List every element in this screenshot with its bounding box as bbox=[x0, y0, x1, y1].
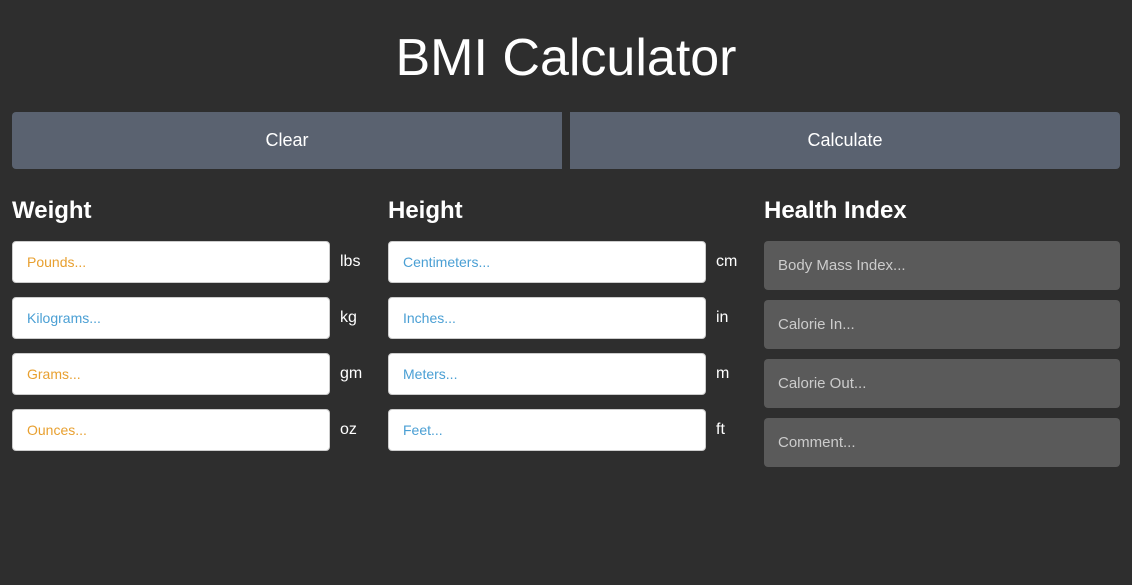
weight-inputs: lbs kg gm oz bbox=[12, 241, 368, 451]
health-field-0[interactable] bbox=[764, 241, 1120, 290]
height-input-3[interactable] bbox=[388, 409, 706, 451]
weight-unit-label-0: lbs bbox=[340, 253, 368, 271]
button-row: Clear Calculate bbox=[0, 112, 1132, 169]
weight-input-0[interactable] bbox=[12, 241, 330, 283]
health-field-2[interactable] bbox=[764, 359, 1120, 408]
height-input-row: m bbox=[388, 353, 744, 395]
height-inputs: cm in m ft bbox=[388, 241, 744, 451]
height-input-1[interactable] bbox=[388, 297, 706, 339]
weight-unit-label-2: gm bbox=[340, 365, 368, 383]
health-index-title: Health Index bbox=[764, 197, 1120, 225]
weight-unit-label-1: kg bbox=[340, 309, 368, 327]
height-input-0[interactable] bbox=[388, 241, 706, 283]
height-unit-label-2: m bbox=[716, 365, 744, 383]
weight-input-row: kg bbox=[12, 297, 368, 339]
weight-section: Weight lbs kg gm oz bbox=[12, 197, 368, 477]
health-field-1[interactable] bbox=[764, 300, 1120, 349]
health-field-3[interactable] bbox=[764, 418, 1120, 467]
calculate-button[interactable]: Calculate bbox=[570, 112, 1120, 169]
height-unit-label-1: in bbox=[716, 309, 744, 327]
health-fields bbox=[764, 241, 1120, 477]
page-title: BMI Calculator bbox=[0, 0, 1132, 112]
clear-button[interactable]: Clear bbox=[12, 112, 562, 169]
height-unit-label-3: ft bbox=[716, 421, 744, 439]
main-content: Weight lbs kg gm oz Height cm in m ft Health I… bbox=[0, 197, 1132, 477]
weight-input-1[interactable] bbox=[12, 297, 330, 339]
health-index-section: Health Index bbox=[764, 197, 1120, 477]
height-input-row: ft bbox=[388, 409, 744, 451]
height-unit-label-0: cm bbox=[716, 253, 744, 271]
weight-input-row: lbs bbox=[12, 241, 368, 283]
weight-unit-label-3: oz bbox=[340, 421, 368, 439]
weight-input-row: gm bbox=[12, 353, 368, 395]
weight-section-title: Weight bbox=[12, 197, 368, 225]
height-section-title: Height bbox=[388, 197, 744, 225]
height-input-row: in bbox=[388, 297, 744, 339]
height-input-row: cm bbox=[388, 241, 744, 283]
height-input-2[interactable] bbox=[388, 353, 706, 395]
weight-input-row: oz bbox=[12, 409, 368, 451]
height-section: Height cm in m ft bbox=[388, 197, 744, 477]
weight-input-2[interactable] bbox=[12, 353, 330, 395]
weight-input-3[interactable] bbox=[12, 409, 330, 451]
